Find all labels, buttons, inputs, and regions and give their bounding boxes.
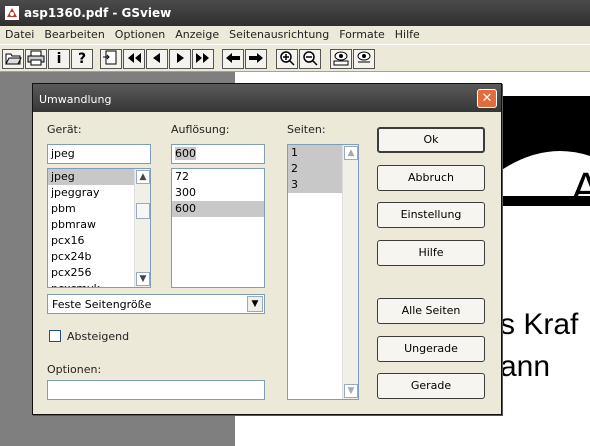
open-icon[interactable]: [2, 49, 24, 69]
dialog-titlebar: Umwandlung ✕: [33, 84, 501, 112]
toolbar: i ?: [0, 44, 590, 72]
resolution-label: Auflösung:: [171, 123, 230, 136]
odd-pages-button[interactable]: Ungerade: [377, 336, 485, 362]
dialog-title: Umwandlung: [39, 93, 112, 106]
list-item[interactable]: 1: [288, 145, 342, 161]
last-page-icon[interactable]: [192, 49, 214, 69]
menu-optionen[interactable]: Optionen: [110, 26, 170, 44]
goto-page-icon[interactable]: [100, 49, 122, 69]
page-big-letter: A: [571, 164, 590, 213]
scroll-down-icon[interactable]: ▼: [344, 384, 358, 398]
zoom-out-icon[interactable]: [299, 49, 321, 69]
help-icon[interactable]: ?: [71, 49, 93, 69]
device-scrollbar[interactable]: ▲ ▼: [134, 169, 150, 287]
menu-formate[interactable]: Formate: [334, 26, 390, 44]
options-label: Optionen:: [47, 363, 102, 376]
page-text-line1: s Kraf: [500, 308, 579, 341]
pages-scrollbar[interactable]: ▲ ▼: [342, 145, 358, 399]
settings-button[interactable]: Einstellung: [377, 202, 485, 228]
all-pages-button[interactable]: Alle Seiten: [377, 298, 485, 324]
pages-list[interactable]: 1 2 3 ▲ ▼: [287, 144, 359, 400]
list-item[interactable]: 72: [172, 169, 264, 185]
prev-page-icon[interactable]: [146, 49, 168, 69]
close-icon[interactable]: ✕: [477, 89, 497, 108]
list-item[interactable]: 300: [172, 185, 264, 201]
menu-anzeige[interactable]: Anzeige: [170, 26, 224, 44]
list-item[interactable]: 600: [172, 201, 264, 217]
scroll-thumb[interactable]: [136, 203, 150, 219]
info-icon[interactable]: i: [48, 49, 70, 69]
device-label: Gerät:: [47, 123, 82, 136]
page-size-value: Feste Seitengröße: [52, 298, 152, 311]
even-pages-button[interactable]: Gerade: [377, 373, 485, 399]
view-full-icon[interactable]: [330, 49, 352, 69]
back-icon[interactable]: [222, 49, 244, 69]
scroll-up-icon[interactable]: ▲: [136, 170, 150, 184]
pages-label: Seiten:: [287, 123, 326, 136]
menu-seitenausrichtung[interactable]: Seitenausrichtung: [224, 26, 334, 44]
menu-bar: Datei Bearbeiten Optionen Anzeige Seiten…: [0, 26, 590, 44]
ok-button[interactable]: Ok: [377, 127, 485, 153]
forward-icon[interactable]: [245, 49, 267, 69]
view-magnify-icon[interactable]: [353, 49, 375, 69]
list-item[interactable]: 2: [288, 161, 342, 177]
zoom-in-icon[interactable]: [276, 49, 298, 69]
resolution-list[interactable]: 72 300 600: [171, 168, 265, 288]
scroll-down-icon[interactable]: ▼: [136, 272, 150, 286]
page-size-select[interactable]: Feste Seitengröße ▼: [47, 294, 265, 314]
menu-hilfe[interactable]: Hilfe: [390, 26, 425, 44]
chevron-down-icon[interactable]: ▼: [247, 296, 263, 312]
menu-bearbeiten[interactable]: Bearbeiten: [39, 26, 109, 44]
resolution-field[interactable]: 600: [171, 144, 265, 164]
page-text-line2: ann: [500, 350, 551, 383]
cancel-button[interactable]: Abbruch: [377, 165, 485, 191]
device-field[interactable]: jpeg: [47, 144, 151, 164]
window-title: asp1360.pdf - GSview: [24, 6, 172, 20]
scroll-up-icon[interactable]: ▲: [344, 146, 358, 160]
help-button[interactable]: Hilfe: [377, 240, 485, 266]
descending-label[interactable]: Absteigend: [67, 330, 129, 343]
descending-checkbox[interactable]: [49, 330, 61, 342]
convert-dialog: Umwandlung ✕ Gerät: jpeg jpeg jpeggray p…: [32, 83, 502, 415]
resolution-field-value: 600: [175, 147, 196, 160]
window-titlebar: asp1360.pdf - GSview: [0, 0, 590, 26]
first-page-icon[interactable]: [123, 49, 145, 69]
list-item[interactable]: 3: [288, 177, 342, 193]
options-field[interactable]: [47, 380, 265, 400]
device-list[interactable]: jpeg jpeggray pbm pbmraw pcx16 pcx24b pc…: [47, 168, 151, 288]
gsview-app-icon: [5, 6, 19, 20]
menu-datei[interactable]: Datei: [0, 26, 39, 44]
print-icon[interactable]: [25, 49, 47, 69]
next-page-icon[interactable]: [169, 49, 191, 69]
